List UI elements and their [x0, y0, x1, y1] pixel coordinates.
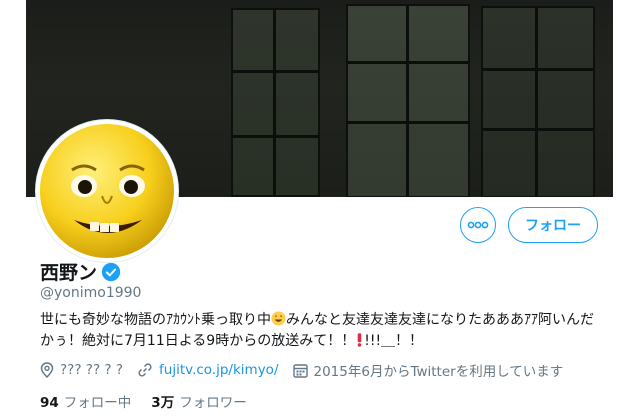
following-label: フォロー中	[63, 395, 132, 411]
followers-count: 3万	[151, 395, 175, 411]
more-dots-icon	[467, 221, 489, 229]
banner-window-left	[231, 8, 320, 197]
location-text: ??? ?? ? ?	[60, 362, 124, 378]
avatar[interactable]	[40, 124, 174, 258]
user-handle: @yonimo1990	[40, 285, 142, 301]
verified-badge-icon	[101, 262, 121, 281]
more-button[interactable]	[460, 207, 496, 243]
location-item: ??? ?? ? ?	[40, 362, 123, 378]
joined-item: 2015年6月からTwitterを利用しています	[292, 360, 564, 380]
website-item[interactable]: fujitv.co.jp/kimyo/	[137, 362, 279, 378]
location-pin-icon	[40, 362, 54, 378]
website-link[interactable]: fujitv.co.jp/kimyo/	[159, 362, 278, 378]
smiley-face-icon	[40, 124, 174, 258]
following-count: 94	[40, 395, 59, 411]
followers-label: フォロワー	[179, 395, 247, 411]
joined-text: 2015年6月からTwitterを利用しています	[313, 364, 564, 380]
banner-window-right	[481, 6, 595, 197]
profile-stats: 94 フォロー中 3万 フォロワー	[40, 391, 267, 411]
banner-window-center	[346, 4, 470, 197]
bio-text-3: !!!＿！！	[364, 333, 424, 349]
display-name[interactable]: 西野ン	[40, 258, 97, 285]
grinning-face-icon	[271, 311, 286, 326]
followers-stat[interactable]: 3万 フォロワー	[151, 391, 246, 411]
profile-bio: 世にも奇妙な物語のｱｶｳﾝﾄ乗っ取り中 みんなと友達友達友達になりたあああｱｱ阿い…	[40, 310, 600, 352]
calendar-icon	[292, 363, 308, 378]
exclamation-icon	[357, 333, 362, 347]
bio-text-1: 世にも奇妙な物語のｱｶｳﾝﾄ乗っ取り中	[40, 312, 271, 328]
following-stat[interactable]: 94 フォロー中	[40, 391, 131, 411]
follow-button[interactable]: フォロー	[508, 207, 598, 243]
profile-meta: ??? ?? ? ? fujitv.co.jp/kimyo/ 2015年6月から…	[40, 360, 577, 380]
link-icon	[138, 363, 152, 377]
profile-name-row: 西野ン	[40, 258, 121, 285]
